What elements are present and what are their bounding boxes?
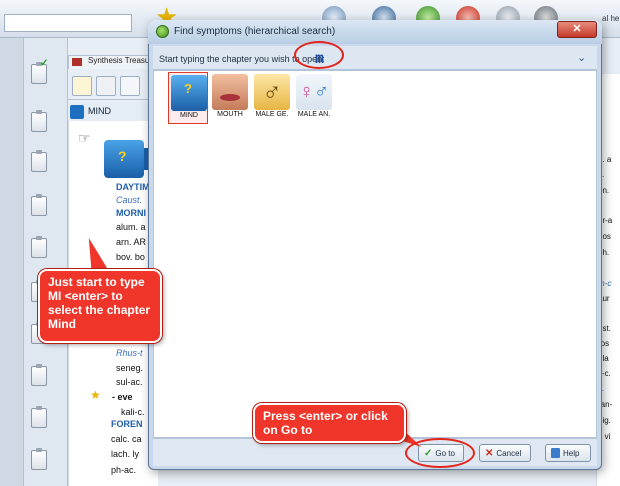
pointing-hand-icon: ☞ [78,130,91,146]
remedy-line[interactable]: lach. ly [111,449,139,459]
chapter-breadcrumb-label: MIND [88,106,111,116]
left-toolstrip [0,38,24,486]
book-icon [72,58,82,66]
mind-head-icon [171,75,207,111]
clipboard-3-icon[interactable] [31,150,47,172]
clipboard-9-icon[interactable] [31,406,47,428]
remedy-line[interactable]: calc. ca [111,434,142,444]
chapter-item-mouth[interactable]: MOUTH [210,72,250,124]
male-symbol-icon: ♂ [254,74,290,110]
chapter-item-male-anatomy[interactable]: ♀♂ MALE AN. [294,72,334,124]
rubric-line[interactable]: MORNI [116,208,146,218]
close-button[interactable]: ✕ [557,21,597,38]
highlight-ring [405,438,475,468]
close-x-icon: ✕ [485,447,494,459]
mouth-icon [212,74,248,110]
clipboard-8-icon[interactable] [31,364,47,386]
toolbar-search-input[interactable] [4,14,132,32]
highlight-ring [294,41,344,69]
checkmark-icon: ✓ [40,58,49,69]
rubric-line[interactable]: Caust. [116,195,142,205]
mind-head-icon [70,105,84,119]
clipboard-10-icon[interactable] [31,448,47,470]
help-label[interactable]: al he [602,14,619,23]
chapter-item-mind[interactable]: MIND [168,72,208,124]
mind-chapter-icon [104,140,144,178]
remedy-line[interactable]: ph-ac. [111,465,136,475]
app-icon [156,25,169,38]
remedy-line[interactable]: alum. a [116,222,146,232]
rubric-line[interactable]: DAYTIM [116,182,150,192]
help-button[interactable]: Help [545,444,591,462]
help-label: Help [563,448,580,458]
eraser-icon[interactable] [120,76,140,96]
help-book-icon [551,448,560,458]
clipboard-2-icon[interactable] [31,110,47,132]
chapter-results-area [153,70,597,438]
rubric-line[interactable]: Rhus-t [116,348,143,358]
cancel-button[interactable]: ✕ Cancel [479,444,531,462]
remedy-line[interactable]: kali-c. [121,407,145,417]
cancel-label: Cancel [496,448,522,458]
person-icon[interactable] [96,76,116,96]
collapse-chevron-icon[interactable]: ⌄ [577,51,586,64]
clipboard-4-icon[interactable] [31,194,47,216]
remedy-line[interactable]: bov. bo [116,252,145,262]
remedy-line[interactable]: seneg. [116,363,143,373]
remedy-line[interactable]: arn. AR [116,237,146,247]
star-icon: ★ [90,388,101,402]
document-tab-title: Synthesis Treasure [88,56,157,65]
male-female-symbol-icon: ♀♂ [296,74,332,110]
instruction-callout: Press <enter> or click on Go to [253,403,406,443]
instruction-callout: Just start to type MI <enter> to select … [38,269,162,343]
chapter-item-male-genitalia[interactable]: ♂ MALE GE. [252,72,292,124]
remedy-line[interactable]: sul-ac. [116,377,143,387]
rubric-line[interactable]: FOREN [111,419,143,429]
chapter-label: MALE AN. [297,111,331,118]
dialog-title: Find symptoms (hierarchical search) [174,26,336,37]
rubric-line[interactable]: - eve [112,392,133,402]
book-view-icon[interactable] [72,76,92,96]
clipboard-5-icon[interactable] [31,236,47,258]
